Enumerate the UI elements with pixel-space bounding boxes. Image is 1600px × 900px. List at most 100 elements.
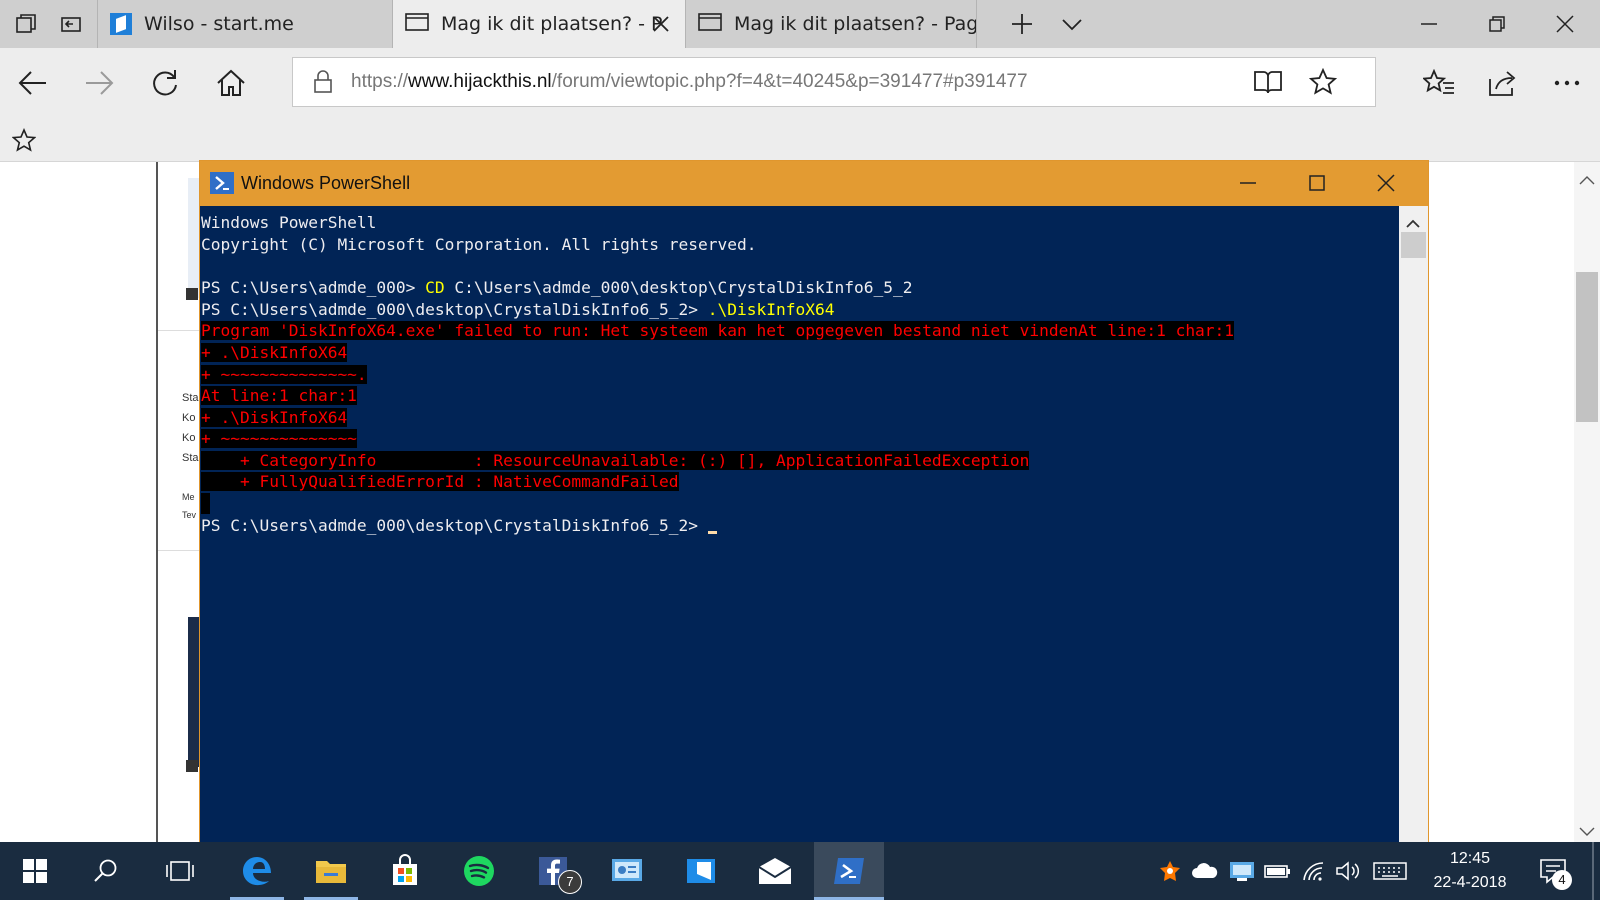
console-line: Copyright (C) Microsoft Corporation. All… [201, 235, 757, 254]
search-icon[interactable] [74, 842, 138, 900]
spotify-icon[interactable] [444, 842, 514, 900]
tab-mag-ik-dit-plaatsen-active[interactable]: Mag ik dit plaatsen? - P [393, 0, 685, 48]
scroll-down-chevron-icon[interactable] [1579, 822, 1595, 841]
page-fragment: Me [182, 492, 195, 502]
powershell-maximize-icon[interactable] [1307, 173, 1327, 197]
start-windows-icon[interactable] [0, 842, 70, 900]
tab-label: Mag ik dit plaatsen? - Pagir [734, 13, 976, 35]
console-prompt-line: PS C:\Users\admde_000\desktop\CrystalDis… [201, 515, 717, 537]
forward-arrow-icon[interactable] [78, 62, 120, 104]
error-trailing-block [201, 493, 210, 514]
url-host: www.hijackthis.nl [408, 71, 552, 92]
avast-tray-icon[interactable] [1154, 842, 1186, 900]
onedrive-cloud-icon[interactable] [1188, 842, 1222, 900]
forum-post-column: Sta Ko Ko Sta Me Tev [156, 162, 204, 842]
powershell-window-title: Windows PowerShell [241, 173, 411, 193]
powershell-taskbar-icon[interactable] [814, 842, 884, 900]
page-fragment: Ko [182, 432, 196, 444]
powershell-close-icon[interactable] [1376, 173, 1396, 197]
url-scheme: https:// [351, 71, 409, 92]
facebook-icon[interactable]: 7 [518, 842, 588, 900]
error-line: + ~~~~~~~~~~~~~~ [201, 429, 357, 448]
share-icon[interactable] [1482, 62, 1524, 104]
error-line: + .\DiskInfoX64 [201, 343, 348, 362]
wifi-icon[interactable] [1298, 842, 1330, 900]
tab-manager-icon[interactable] [6, 0, 46, 48]
page-favicon-icon [698, 12, 722, 37]
page-fragment: Tev [182, 510, 197, 520]
favorites-hub-icon[interactable] [1418, 62, 1460, 104]
reading-view-book-icon[interactable] [1253, 69, 1283, 99]
error-line: + FullyQualifiedErrorId : NativeCommandF… [201, 472, 679, 491]
mail-icon[interactable] [740, 842, 810, 900]
refresh-icon[interactable] [144, 62, 186, 104]
scroll-up-chevron-icon[interactable] [1406, 214, 1420, 233]
control-panel-icon[interactable] [592, 842, 662, 900]
command: CD [425, 278, 445, 297]
command-argument: C:\Users\admde_000\desktop\CrystalDiskIn… [444, 278, 913, 297]
start-me-favicon-icon [110, 13, 132, 35]
error-line: + CategoryInfo : ResourceUnavailable: (:… [201, 451, 1030, 470]
add-favorite-star-icon[interactable] [1308, 67, 1338, 100]
powershell-console[interactable]: Windows PowerShell Copyright (C) Microso… [201, 206, 1399, 842]
show-desktop-edge[interactable] [1592, 842, 1594, 900]
back-arrow-icon[interactable] [12, 62, 54, 104]
url-text[interactable]: https://www.hijackthis.nl/forum/viewtopi… [351, 58, 1028, 106]
error-line: Program 'DiskInfoX64.exe' failed to run:… [201, 321, 1235, 340]
address-bar[interactable]: https://www.hijackthis.nl/forum/viewtopi… [292, 57, 1376, 107]
powershell-title-bar[interactable]: Windows PowerShell [200, 161, 1428, 206]
store-icon[interactable] [370, 842, 440, 900]
powershell-scrollbar-thumb[interactable] [1401, 232, 1426, 258]
network-adapter-tray-icon[interactable] [1226, 842, 1258, 900]
tab-mag-ik-dit-plaatsen-2[interactable]: Mag ik dit plaatsen? - Pagir [686, 0, 976, 48]
file-explorer-icon[interactable] [296, 842, 366, 900]
volume-icon[interactable] [1332, 842, 1364, 900]
minimize-window-icon[interactable] [1404, 0, 1454, 48]
page-fragment: Sta [182, 392, 199, 404]
console-line: PS C:\Users\admde_000> CD C:\Users\admde… [201, 277, 912, 299]
action-center-icon[interactable]: 4 [1528, 842, 1578, 900]
powershell-scrollbar[interactable] [1399, 206, 1428, 842]
touch-keyboard-icon[interactable] [1370, 842, 1410, 900]
tab-start-me[interactable]: Wilso - start.me [98, 0, 392, 48]
new-tab-icon[interactable] [1000, 0, 1044, 48]
powershell-app-icon [210, 172, 234, 194]
page-fragment: Sta [182, 452, 199, 464]
lock-icon [313, 70, 333, 98]
favorites-star-icon[interactable] [11, 127, 37, 156]
tab-label: Mag ik dit plaatsen? - P [441, 13, 663, 35]
taskbar: 7 12:45 22-4-2018 4 [0, 842, 1600, 900]
powershell-window[interactable]: Windows PowerShell Windows PowerShell Co… [200, 161, 1428, 842]
clock-time[interactable]: 12:45 [1420, 850, 1520, 868]
error-line: + .\DiskInfoX64 [201, 408, 348, 427]
tab-label: Wilso - start.me [144, 13, 294, 35]
tab-strip: Wilso - start.me Mag ik dit plaatsen? - … [0, 0, 1600, 48]
set-aside-tabs-icon[interactable] [50, 0, 92, 48]
facebook-notification-badge: 7 [558, 870, 582, 894]
close-tab-icon[interactable] [651, 14, 671, 39]
clock-date[interactable]: 22-4-2018 [1420, 874, 1520, 892]
powershell-minimize-icon[interactable] [1238, 173, 1258, 197]
text-cursor [707, 531, 717, 534]
sticky-document-icon[interactable] [666, 842, 736, 900]
edge-browser-icon[interactable] [222, 842, 292, 900]
page-scrollbar[interactable] [1574, 162, 1600, 842]
page-scrollbar-thumb[interactable] [1576, 272, 1598, 422]
console-line: PS C:\Users\admde_000\desktop\CrystalDis… [201, 299, 834, 321]
home-icon[interactable] [210, 62, 252, 104]
favorites-bar [0, 118, 1600, 162]
error-line: + ~~~~~~~~~~~~~~. [201, 365, 367, 384]
battery-charging-icon[interactable] [1262, 842, 1294, 900]
close-window-icon[interactable] [1540, 0, 1590, 48]
error-line: At line:1 char:1 [201, 386, 357, 405]
prompt: PS C:\Users\admde_000\desktop\CrystalDis… [201, 300, 708, 319]
restore-window-icon[interactable] [1472, 0, 1522, 48]
command: .\DiskInfoX64 [707, 300, 835, 319]
scroll-up-chevron-icon[interactable] [1579, 170, 1595, 189]
navigation-bar: https://www.hijackthis.nl/forum/viewtopi… [0, 48, 1600, 118]
url-path: /forum/viewtopic.php?f=4&t=40245&p=39147… [551, 71, 1028, 92]
task-view-icon[interactable] [148, 842, 212, 900]
page-fragment: Ko [182, 412, 196, 424]
tab-preview-chevron-down-icon[interactable] [1050, 0, 1094, 48]
more-options-icon[interactable] [1546, 62, 1588, 104]
